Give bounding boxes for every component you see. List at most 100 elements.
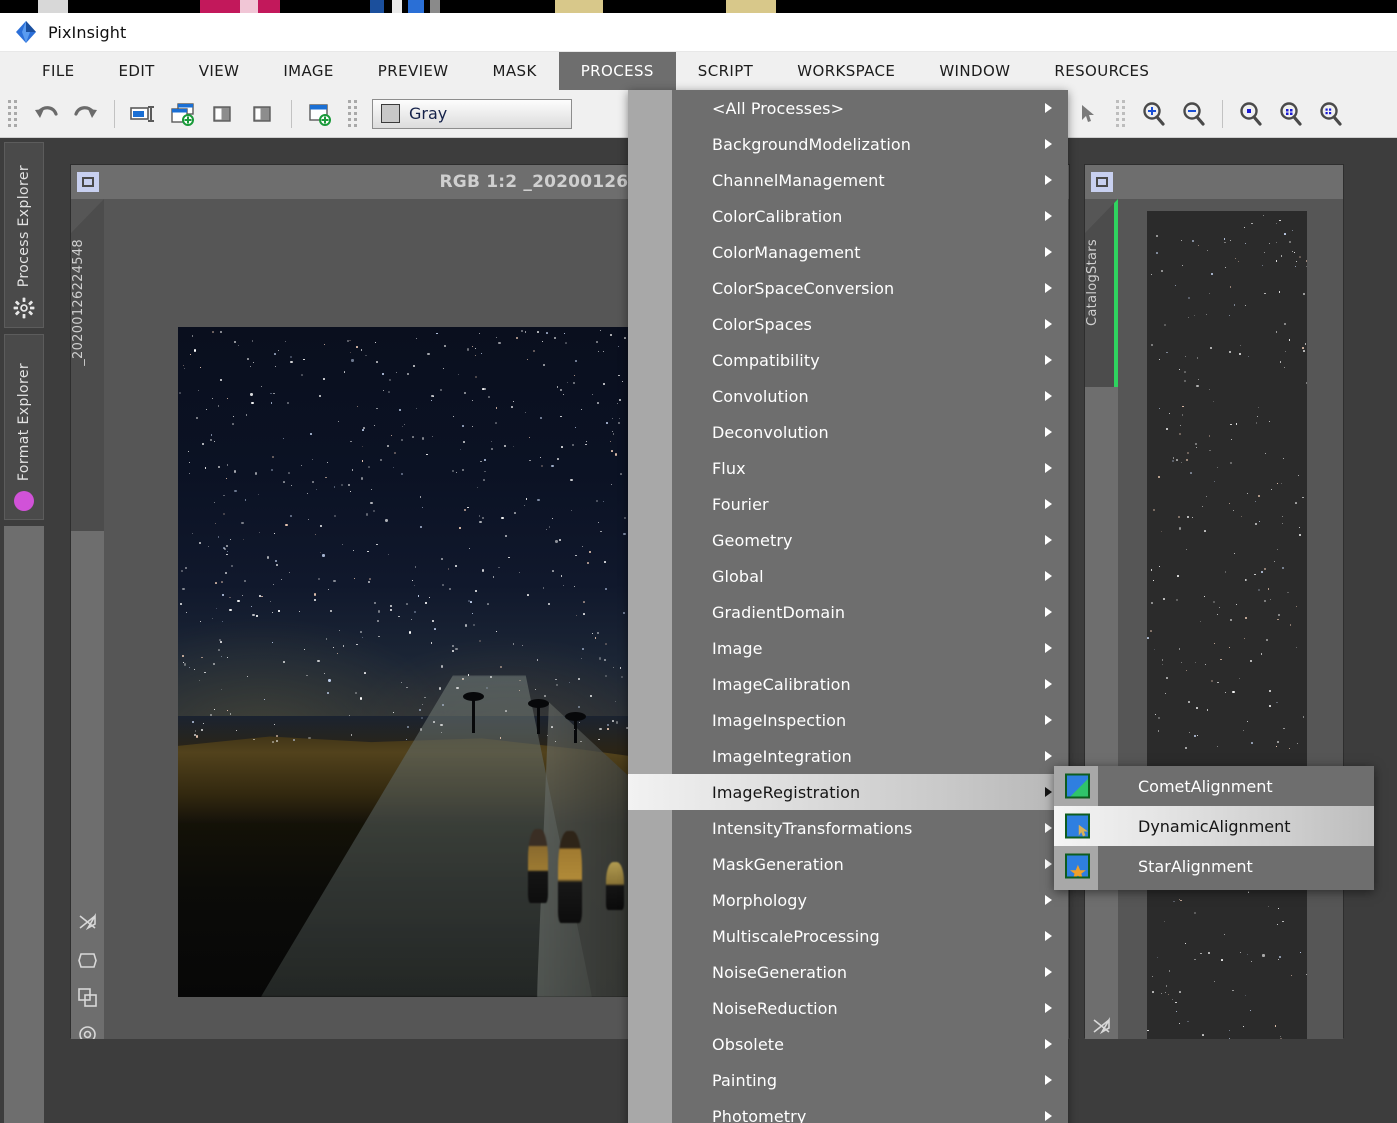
process-menu-item-gradientdomain[interactable]: GradientDomain (628, 594, 1068, 630)
menu-bar: FILE EDIT VIEW IMAGE PREVIEW MASK PROCESS SCRIP… (0, 52, 1397, 90)
process-menu-item-convolution[interactable]: Convolution (628, 378, 1068, 414)
os-fragment (726, 0, 776, 13)
sidebar-item-process-explorer[interactable]: Process Explorer (4, 142, 44, 328)
sidebar-item-format-explorer[interactable]: Format Explorer (4, 334, 44, 520)
duplicate-view-icon[interactable] (203, 94, 243, 134)
process-menu-item-label: Obsolete (712, 1034, 785, 1054)
process-menu-dropdown[interactable]: <All Processes> BackgroundModelization Cha… (628, 90, 1068, 1123)
rename-view-icon[interactable] (123, 94, 163, 134)
process-menu-item-colorcalibration[interactable]: ColorCalibration (628, 198, 1068, 234)
process-menu-item-flux[interactable]: Flux (628, 450, 1068, 486)
process-menu-item-photometry[interactable]: Photometry (628, 1098, 1068, 1123)
zoom-actual-icon[interactable] (1311, 94, 1351, 134)
preview-icon[interactable] (77, 987, 98, 1008)
os-fragment (555, 0, 603, 13)
process-menu-item-image[interactable]: Image (628, 630, 1068, 666)
chevron-right-icon (1045, 283, 1052, 293)
menubar-item-window[interactable]: WINDOW (917, 52, 1032, 90)
submenu-item-staralignment[interactable]: StarAlignment (1054, 846, 1374, 886)
process-menu-item-noisegeneration[interactable]: NoiseGeneration (628, 954, 1068, 990)
chevron-right-icon (1045, 571, 1052, 581)
magenta-circle-icon (14, 491, 34, 511)
process-menu-item-global[interactable]: Global (628, 558, 1068, 594)
toolbar-separator (291, 99, 292, 128)
stf-icon[interactable] (1091, 1017, 1112, 1038)
process-menu-item-morphology[interactable]: Morphology (628, 882, 1068, 918)
process-menu-item-multiscaleprocessing[interactable]: MultiscaleProcessing (628, 918, 1068, 954)
process-menu-item-imageinspection[interactable]: ImageInspection (628, 702, 1068, 738)
target-icon[interactable] (77, 1024, 98, 1039)
process-menu-item-channelmanagement[interactable]: ChannelManagement (628, 162, 1068, 198)
new-image-window-icon[interactable] (163, 94, 203, 134)
process-menu-item-noisereduction[interactable]: NoiseReduction (628, 990, 1068, 1026)
process-menu-item-label: GradientDomain (712, 602, 846, 622)
process-menu-item-maskgeneration[interactable]: MaskGeneration (628, 846, 1068, 882)
process-menu-item-imageintegration[interactable]: ImageIntegration (628, 738, 1068, 774)
process-menu-item-compatibility[interactable]: Compatibility (628, 342, 1068, 378)
image-window-titlebar-secondary[interactable] (1085, 165, 1343, 199)
menubar-item-process[interactable]: PROCESS (558, 52, 676, 90)
sidebar-item-label: Process Explorer (16, 164, 32, 287)
chevron-right-icon (1045, 823, 1052, 833)
menubar-item-script[interactable]: SCRIPT (676, 52, 775, 90)
submenu-item-dynamicalignment[interactable]: DynamicAlignment (1054, 806, 1374, 846)
chevron-right-icon (1045, 427, 1052, 437)
view-side-tab[interactable]: _20200126224548 (71, 199, 104, 531)
view-selector-dropdown[interactable]: Gray (372, 98, 572, 129)
process-menu-item-label: BackgroundModelization (712, 134, 911, 154)
window-menu-icon[interactable] (77, 172, 99, 192)
toolbar-grip-handle[interactable] (7, 99, 19, 129)
chevron-right-icon (1045, 103, 1052, 113)
process-menu-item-imageregistration[interactable]: ImageRegistration (628, 774, 1068, 810)
submenu-item-cometalignment[interactable]: CometAlignment (1054, 766, 1374, 806)
process-menu-item-imagecalibration[interactable]: ImageCalibration (628, 666, 1068, 702)
zoom-out-icon[interactable] (1174, 94, 1214, 134)
process-menu-item-label: ColorSpaceConversion (712, 278, 895, 298)
undo-icon[interactable] (26, 94, 66, 134)
process-menu-item-colormanagement[interactable]: ColorManagement (628, 234, 1068, 270)
zoom-fit-icon[interactable] (1271, 94, 1311, 134)
menubar-item-resources[interactable]: RESOURCES (1032, 52, 1171, 90)
image-canvas[interactable] (178, 327, 638, 997)
process-menu-item-intensitytransformations[interactable]: IntensityTransformations (628, 810, 1068, 846)
menubar-item-workspace[interactable]: WORKSPACE (775, 52, 917, 90)
process-menu-item-colorspaceconversion[interactable]: ColorSpaceConversion (628, 270, 1068, 306)
process-menu-item-all processes[interactable]: <All Processes> (628, 90, 1068, 126)
process-menu-item-fourier[interactable]: Fourier (628, 486, 1068, 522)
view-properties-icon[interactable] (243, 94, 283, 134)
image-registration-submenu[interactable]: CometAlignment DynamicAlignment StarAlignm… (1054, 766, 1374, 890)
toolbar-grip-handle[interactable] (347, 99, 359, 129)
redo-icon[interactable] (66, 94, 106, 134)
os-fragment (430, 0, 440, 13)
menubar-item-file[interactable]: FILE (20, 52, 97, 90)
process-menu-item-painting[interactable]: Painting (628, 1062, 1068, 1098)
toolbar-separator (114, 99, 115, 128)
mask-icon[interactable] (77, 950, 98, 971)
process-menu-item-colorspaces[interactable]: ColorSpaces (628, 306, 1068, 342)
image-canvas-secondary[interactable] (1147, 211, 1307, 1039)
process-menu-item-deconvolution[interactable]: Deconvolution (628, 414, 1068, 450)
stf-icon[interactable] (77, 913, 98, 934)
new-preview-icon[interactable] (300, 94, 340, 134)
menubar-item-mask[interactable]: MASK (471, 52, 559, 90)
pointer-icon[interactable] (1068, 94, 1108, 134)
window-menu-icon[interactable] (1091, 172, 1113, 192)
toolbar-grip-handle[interactable] (1115, 99, 1127, 129)
process-menu-item-geometry[interactable]: Geometry (628, 522, 1068, 558)
gear-icon (13, 297, 35, 319)
zoom-in-icon[interactable] (1134, 94, 1174, 134)
process-menu-item-label: ChannelManagement (712, 170, 885, 190)
process-menu-item-obsolete[interactable]: Obsolete (628, 1026, 1068, 1062)
photo-tree (463, 691, 485, 733)
process-menu-item-label: <All Processes> (712, 98, 845, 118)
zoom-1-1-icon[interactable] (1231, 94, 1271, 134)
chevron-right-icon (1045, 679, 1052, 689)
menubar-item-edit[interactable]: EDIT (97, 52, 177, 90)
catalogstars-side-tab[interactable]: CatalogStars (1085, 199, 1118, 387)
menubar-item-preview[interactable]: PREVIEW (356, 52, 471, 90)
menubar-item-view[interactable]: VIEW (177, 52, 262, 90)
menubar-item-image[interactable]: IMAGE (261, 52, 355, 90)
chevron-right-icon (1045, 1111, 1052, 1121)
process-menu-item-backgroundmodelization[interactable]: BackgroundModelization (628, 126, 1068, 162)
image-window-secondary[interactable]: CatalogStars (1084, 164, 1344, 1039)
